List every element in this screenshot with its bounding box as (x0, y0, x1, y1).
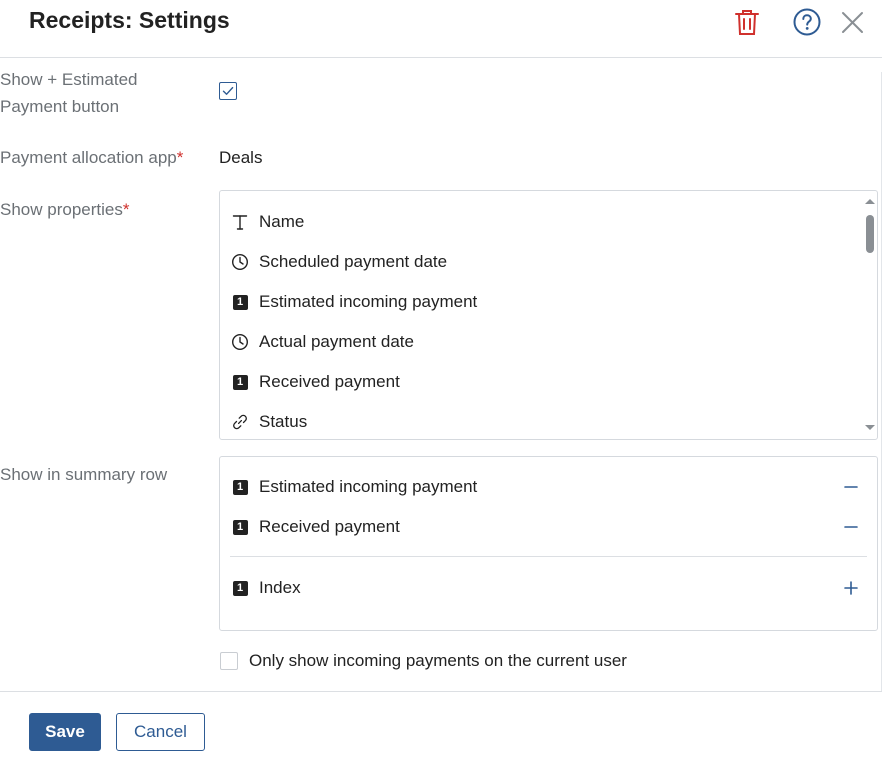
allocation-label-text: Payment allocation app (0, 148, 177, 167)
close-button[interactable] (839, 8, 867, 36)
required-mark: * (122, 200, 130, 219)
cancel-button[interactable]: Cancel (116, 713, 205, 751)
current-user-checkbox[interactable] (220, 652, 238, 670)
list-item[interactable]: 1 Estimated incoming payment (231, 475, 477, 499)
property-label: Scheduled payment date (259, 252, 448, 271)
text-icon (231, 213, 249, 231)
list-item[interactable]: 1 Estimated incoming payment (231, 290, 477, 314)
close-icon (842, 12, 863, 33)
summary-divider (230, 556, 867, 557)
clock-icon (231, 253, 249, 271)
summary-item-label: Estimated incoming payment (259, 477, 478, 496)
number-icon: 1 (231, 579, 249, 597)
remove-summary-item-button[interactable] (843, 519, 859, 535)
number-icon: 1 (231, 293, 249, 311)
properties-scrollbar[interactable] (863, 191, 877, 439)
help-icon (793, 8, 821, 36)
dialog-header: Receipts: Settings (0, 0, 882, 58)
clock-icon (231, 333, 249, 351)
estimated-button-label: Show + Estimated Payment button (0, 66, 138, 120)
number-badge: 1 (232, 374, 248, 390)
list-item[interactable]: 1 Index (231, 576, 301, 600)
dialog-footer: Save Cancel (0, 691, 882, 759)
number-badge: 1 (232, 479, 248, 495)
trash-icon (735, 10, 759, 35)
summary-label: Show in summary row (0, 465, 168, 484)
number-badge: 1 (232, 519, 248, 535)
number-badge: 1 (232, 294, 248, 310)
page-title: Receipts: Settings (29, 7, 230, 33)
properties-list[interactable]: Name Scheduled payment date 1 Estimated … (219, 190, 878, 440)
list-item[interactable]: Status (231, 410, 307, 434)
property-label: Name (259, 212, 305, 231)
number-icon: 1 (231, 373, 249, 391)
list-item[interactable]: Actual payment date (231, 330, 414, 354)
remove-summary-item-button[interactable] (843, 479, 859, 495)
scroll-up-icon[interactable] (863, 196, 877, 206)
list-item[interactable]: Name (231, 210, 304, 234)
save-button[interactable]: Save (29, 713, 101, 751)
allocation-value[interactable]: Deals (219, 148, 262, 168)
allocation-label: Payment allocation app* (0, 144, 183, 171)
delete-button[interactable] (733, 8, 761, 36)
plus-icon (844, 581, 858, 595)
estimated-button-label-line1: Show + Estimated (0, 70, 138, 89)
minus-icon (844, 526, 858, 528)
link-icon (231, 413, 249, 431)
estimated-button-label-line2: Payment button (0, 97, 120, 116)
settings-form: Show + Estimated Payment button Payment … (0, 59, 882, 690)
summary-item-label: Received payment (259, 517, 400, 536)
property-label: Estimated incoming payment (259, 292, 478, 311)
number-badge: 1 (232, 580, 248, 596)
properties-label: Show properties* (0, 196, 129, 223)
check-icon (222, 86, 234, 95)
property-label: Received payment (259, 372, 400, 391)
number-icon: 1 (231, 518, 249, 536)
list-item[interactable]: 1 Received payment (231, 515, 400, 539)
properties-label-text: Show properties (0, 200, 123, 219)
help-button[interactable] (793, 8, 821, 36)
list-item[interactable]: 1 Received payment (231, 370, 400, 394)
summary-item-label: Index (259, 578, 301, 597)
number-icon: 1 (231, 478, 249, 496)
estimated-button-checkbox[interactable] (219, 82, 237, 100)
property-label: Actual payment date (259, 332, 414, 351)
list-item[interactable]: Scheduled payment date (231, 250, 447, 274)
minus-icon (844, 486, 858, 488)
scrollbar-thumb[interactable] (866, 215, 874, 253)
summary-list: 1 Estimated incoming payment 1 Received … (219, 456, 878, 631)
required-mark: * (176, 148, 184, 167)
property-label: Status (259, 412, 308, 431)
current-user-label: Only show incoming payments on the curre… (249, 651, 627, 670)
scroll-down-icon[interactable] (863, 423, 877, 433)
add-summary-item-button[interactable] (843, 580, 859, 596)
